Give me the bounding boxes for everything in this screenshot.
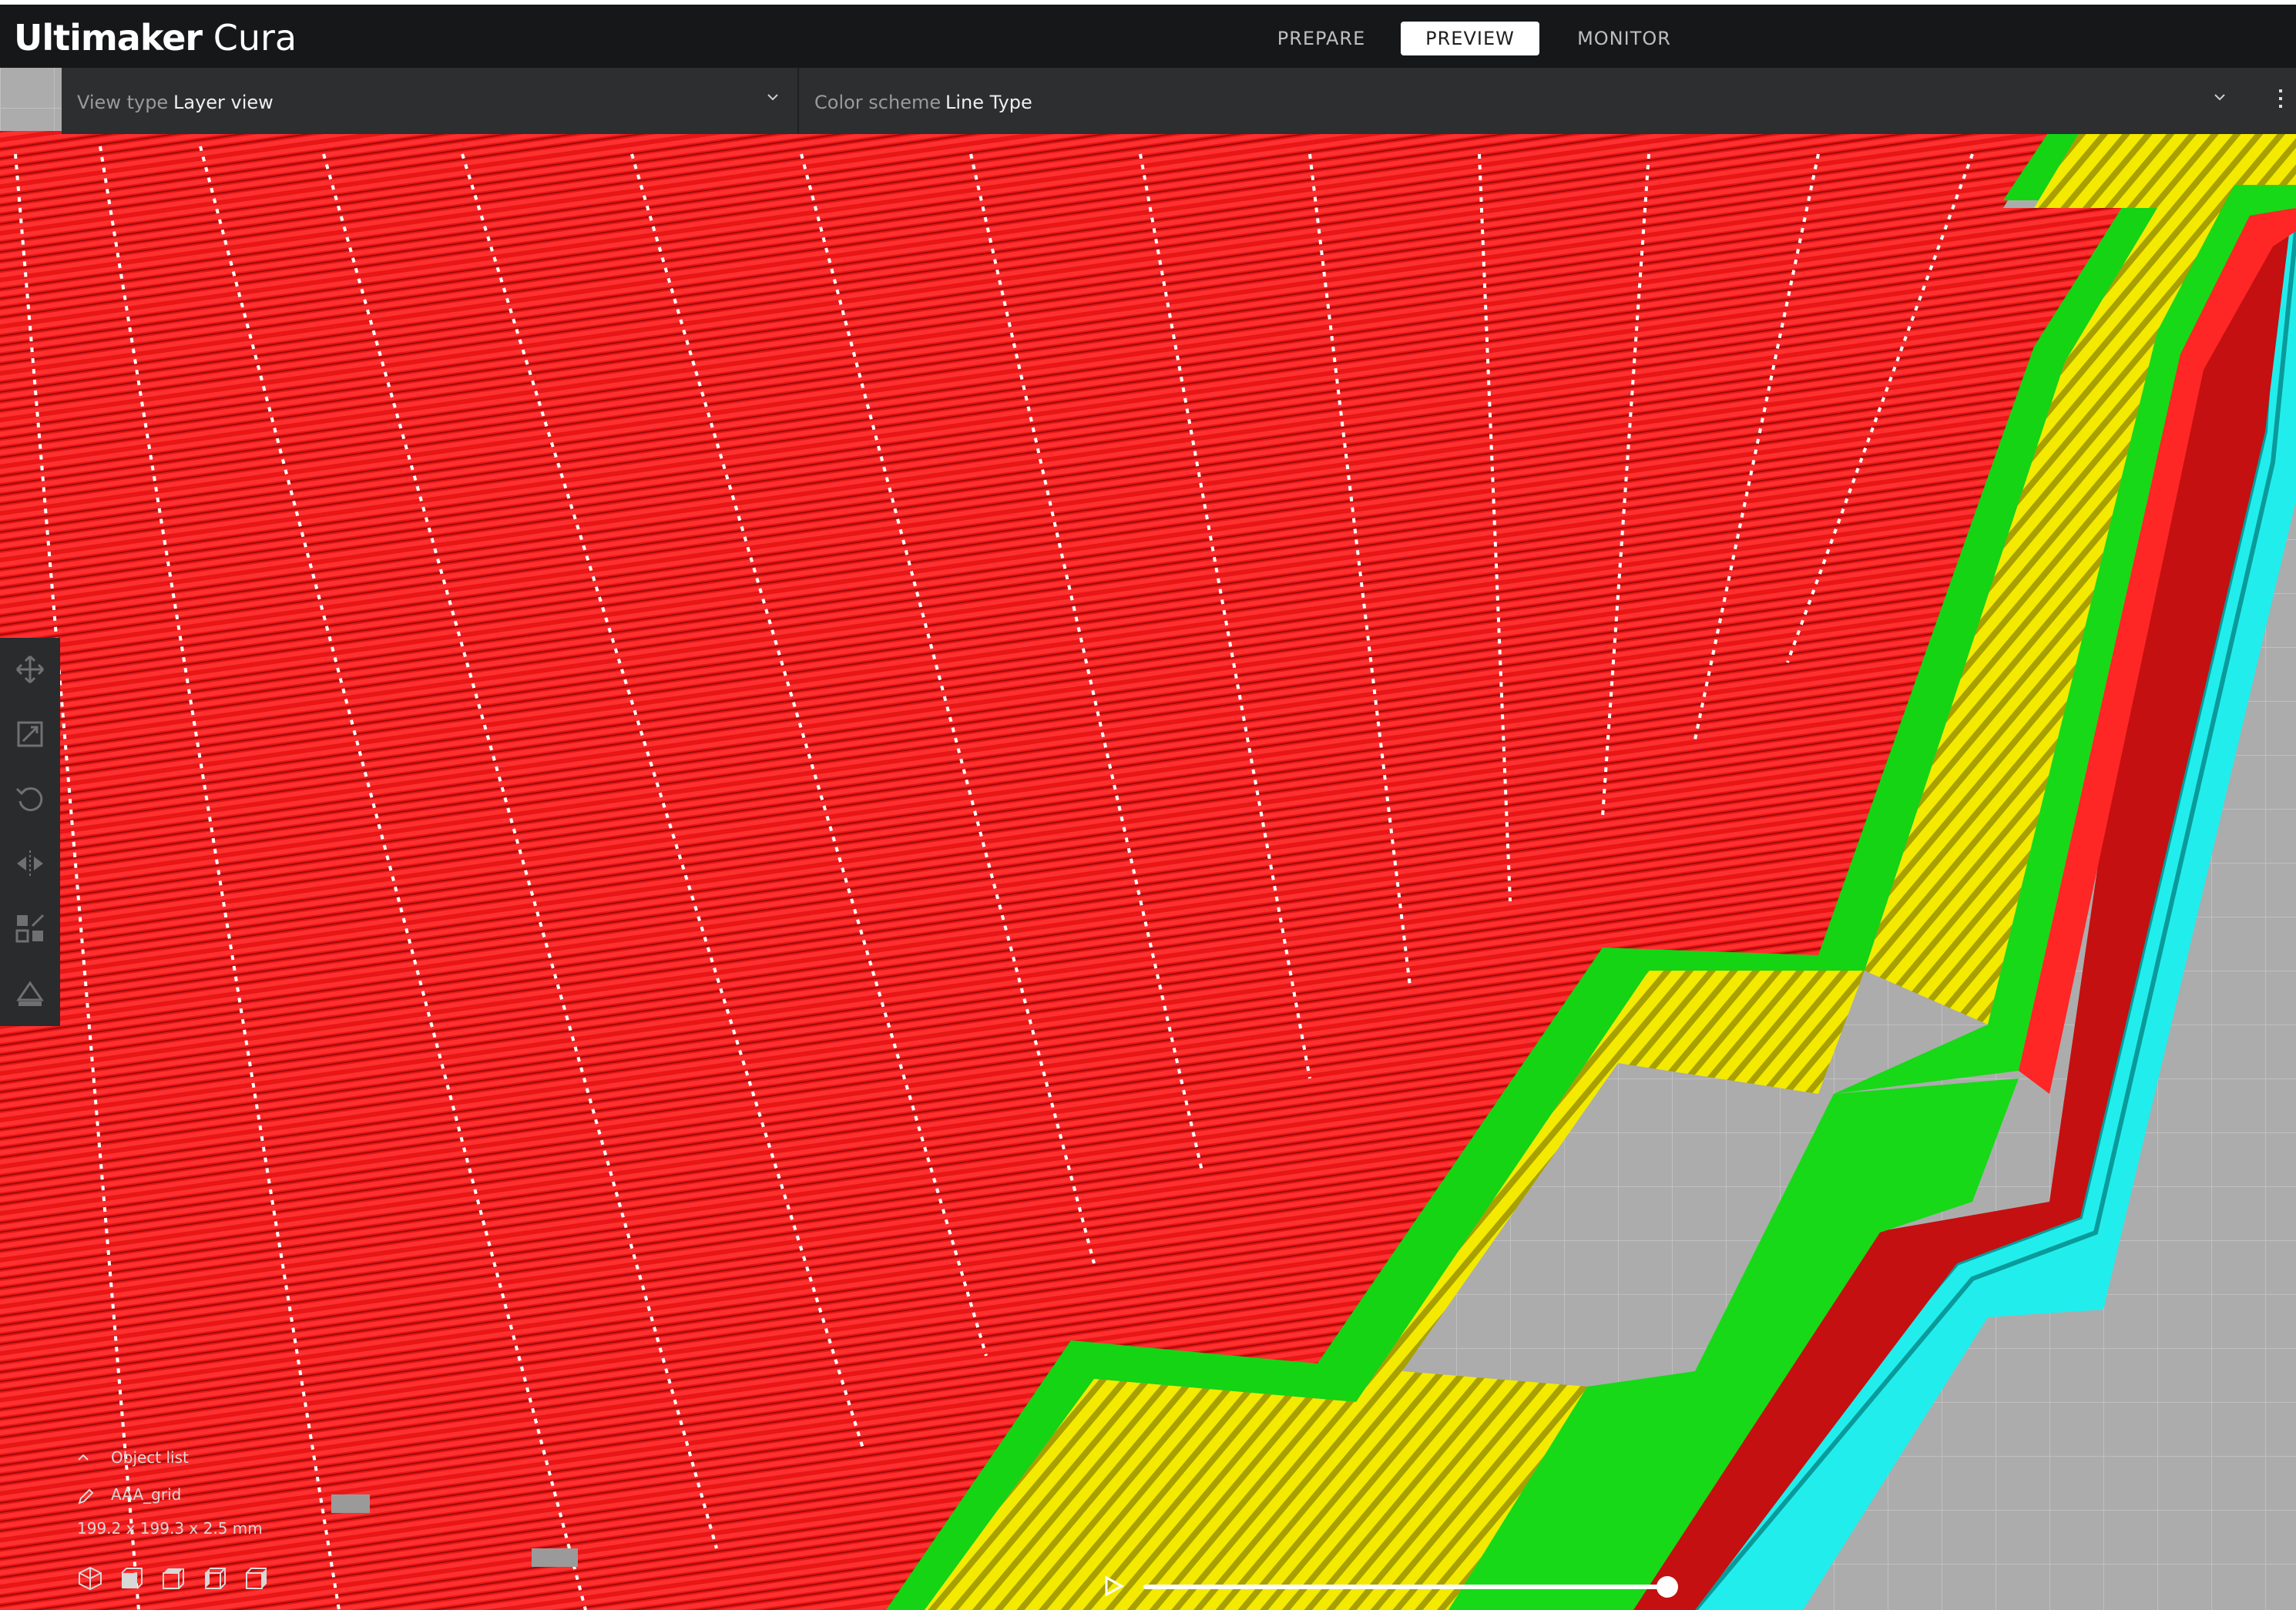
view-type-value: Layer view bbox=[173, 92, 274, 113]
play-icon[interactable] bbox=[1102, 1575, 1125, 1598]
stage-tab-prepare[interactable]: PREPARE bbox=[1256, 22, 1387, 55]
view-type-dropdown[interactable]: View type Layer view bbox=[62, 68, 797, 134]
object-list-toggle[interactable]: Object list bbox=[77, 1448, 270, 1479]
rotate-icon[interactable] bbox=[14, 783, 46, 815]
slider-handle[interactable] bbox=[1657, 1576, 1678, 1598]
3d-view-icon[interactable] bbox=[77, 1565, 103, 1592]
menu-icon[interactable] bbox=[2273, 85, 2288, 116]
tool-panel bbox=[0, 638, 60, 1026]
color-scheme-value: Line Type bbox=[945, 92, 1032, 113]
view-toolbar: View type Layer view Color scheme Line T… bbox=[62, 68, 2296, 134]
logo-brand: Ultimaker bbox=[14, 17, 203, 59]
chevron-down-icon bbox=[2214, 94, 2225, 101]
app-logo: Ultimaker Cura bbox=[14, 17, 297, 59]
right-view-icon[interactable] bbox=[243, 1565, 270, 1592]
per-model-settings-icon[interactable] bbox=[14, 912, 46, 944]
view-orientation-bar bbox=[77, 1565, 270, 1592]
stage-tab-preview[interactable]: PREVIEW bbox=[1401, 22, 1539, 55]
chevron-down-icon bbox=[767, 94, 778, 101]
chevron-up-icon bbox=[78, 1454, 89, 1461]
support-blocker-icon[interactable] bbox=[14, 977, 46, 1009]
object-list-label: Object list bbox=[111, 1448, 189, 1467]
pencil-icon[interactable] bbox=[77, 1488, 94, 1505]
color-scheme-label: Color scheme bbox=[814, 92, 942, 113]
stage-tab-monitor[interactable]: MONITOR bbox=[1555, 22, 1693, 55]
scale-icon[interactable] bbox=[14, 718, 46, 750]
mirror-icon[interactable] bbox=[14, 847, 46, 880]
object-info-panel: Object list AAA_grid 199.2 x 199.3 x 2.5… bbox=[77, 1448, 270, 1592]
slider-track[interactable] bbox=[1143, 1585, 1667, 1589]
top-view-icon[interactable] bbox=[160, 1565, 186, 1592]
object-dimensions: 199.2 x 199.3 x 2.5 mm bbox=[77, 1519, 263, 1538]
view-type-label: View type bbox=[77, 92, 169, 113]
left-view-icon[interactable] bbox=[202, 1565, 228, 1592]
layer-view-viewport[interactable] bbox=[0, 0, 2296, 1610]
front-view-icon[interactable] bbox=[119, 1565, 145, 1592]
app-header: Ultimaker Cura PREPARE PREVIEW MONITOR bbox=[0, 0, 2296, 68]
simulation-slider[interactable] bbox=[1102, 1571, 1687, 1602]
move-icon[interactable] bbox=[14, 653, 46, 686]
object-name[interactable]: AAA_grid bbox=[111, 1485, 181, 1504]
color-scheme-dropdown[interactable]: Color scheme Line Type bbox=[799, 68, 2247, 134]
logo-product: Cura bbox=[213, 17, 297, 59]
